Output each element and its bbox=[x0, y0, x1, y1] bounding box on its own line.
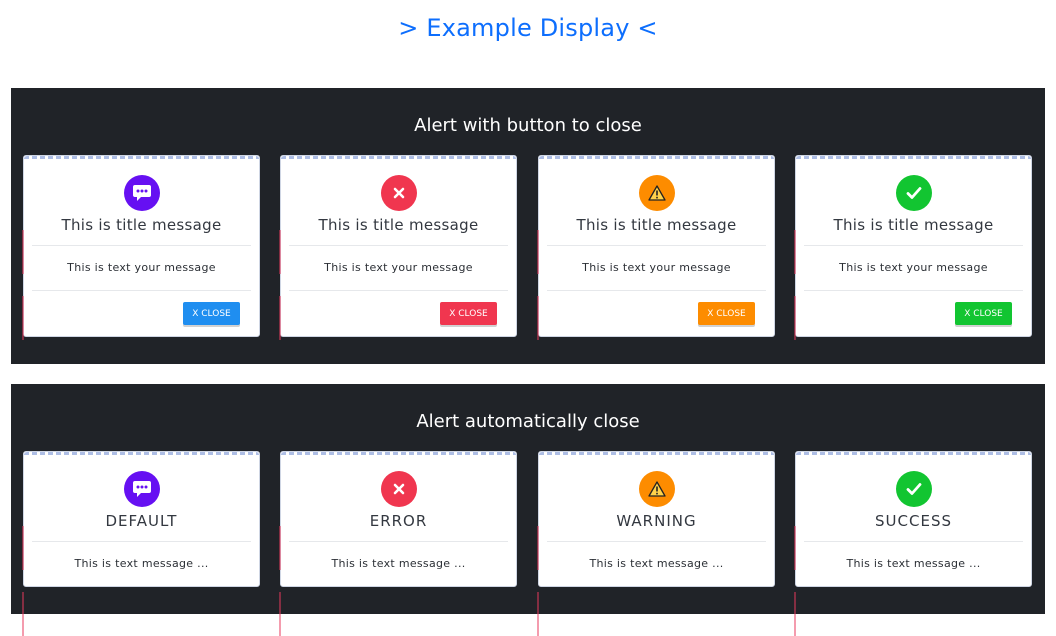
warning-icon bbox=[638, 471, 675, 507]
alert-text: This is text message ... bbox=[846, 557, 981, 570]
alert-card-error: ERROR This is text message ... bbox=[279, 451, 517, 636]
alert-text: This is text message ... bbox=[331, 557, 466, 570]
alert-text: This is text your message bbox=[67, 261, 216, 274]
alert-auto-close-panel: Alert automatically close DEFAULT This i… bbox=[11, 384, 1045, 636]
alert-title: ERROR bbox=[369, 512, 428, 530]
page-title: > Example Display < bbox=[398, 14, 658, 42]
alert-card-warning: WARNING This is text message ... bbox=[537, 451, 775, 636]
divider bbox=[804, 245, 1023, 246]
divider bbox=[289, 541, 508, 542]
close-button[interactable]: X CLOSE bbox=[440, 302, 497, 325]
alert-text: This is text your message bbox=[839, 261, 988, 274]
close-button[interactable]: X CLOSE bbox=[183, 302, 240, 325]
divider bbox=[32, 290, 251, 291]
divider bbox=[289, 290, 508, 291]
speech-bubble-icon bbox=[123, 471, 160, 507]
section-heading: Alert with button to close bbox=[414, 115, 642, 136]
warning-icon bbox=[638, 175, 675, 211]
alert-text: This is text your message bbox=[582, 261, 731, 274]
divider bbox=[32, 541, 251, 542]
divider bbox=[547, 541, 766, 542]
alert-card-success: SUCCESS This is text message ... bbox=[794, 451, 1032, 636]
divider bbox=[289, 245, 508, 246]
alert-title: WARNING bbox=[616, 512, 697, 530]
x-icon bbox=[380, 471, 417, 507]
divider bbox=[547, 290, 766, 291]
alert-title: This is title message bbox=[318, 216, 479, 234]
alert-text: This is text message ... bbox=[74, 557, 209, 570]
divider bbox=[547, 245, 766, 246]
speech-bubble-icon bbox=[123, 175, 160, 211]
alert-title: This is title message bbox=[576, 216, 737, 234]
alert-title: DEFAULT bbox=[105, 512, 178, 530]
divider bbox=[32, 245, 251, 246]
alert-card-success: This is title message This is text your … bbox=[794, 155, 1032, 340]
section-heading: Alert automatically close bbox=[416, 411, 640, 432]
alert-card-default: This is title message This is text your … bbox=[22, 155, 260, 340]
divider bbox=[804, 541, 1023, 542]
alert-title: This is title message bbox=[61, 216, 222, 234]
checkmark-icon bbox=[895, 175, 932, 211]
alert-card-warning: This is title message This is text your … bbox=[537, 155, 775, 340]
alert-card-default: DEFAULT This is text message ... bbox=[22, 451, 260, 636]
divider bbox=[804, 290, 1023, 291]
close-button[interactable]: X CLOSE bbox=[955, 302, 1012, 325]
x-icon bbox=[380, 175, 417, 211]
close-button[interactable]: X CLOSE bbox=[698, 302, 755, 325]
alert-card-error: This is title message This is text your … bbox=[279, 155, 517, 340]
checkmark-icon bbox=[895, 471, 932, 507]
alert-title: This is title message bbox=[833, 216, 994, 234]
alert-with-button-panel: Alert with button to close This is title… bbox=[11, 88, 1045, 364]
alert-text: This is text your message bbox=[324, 261, 473, 274]
alert-title: SUCCESS bbox=[875, 512, 952, 530]
alert-text: This is text message ... bbox=[589, 557, 724, 570]
